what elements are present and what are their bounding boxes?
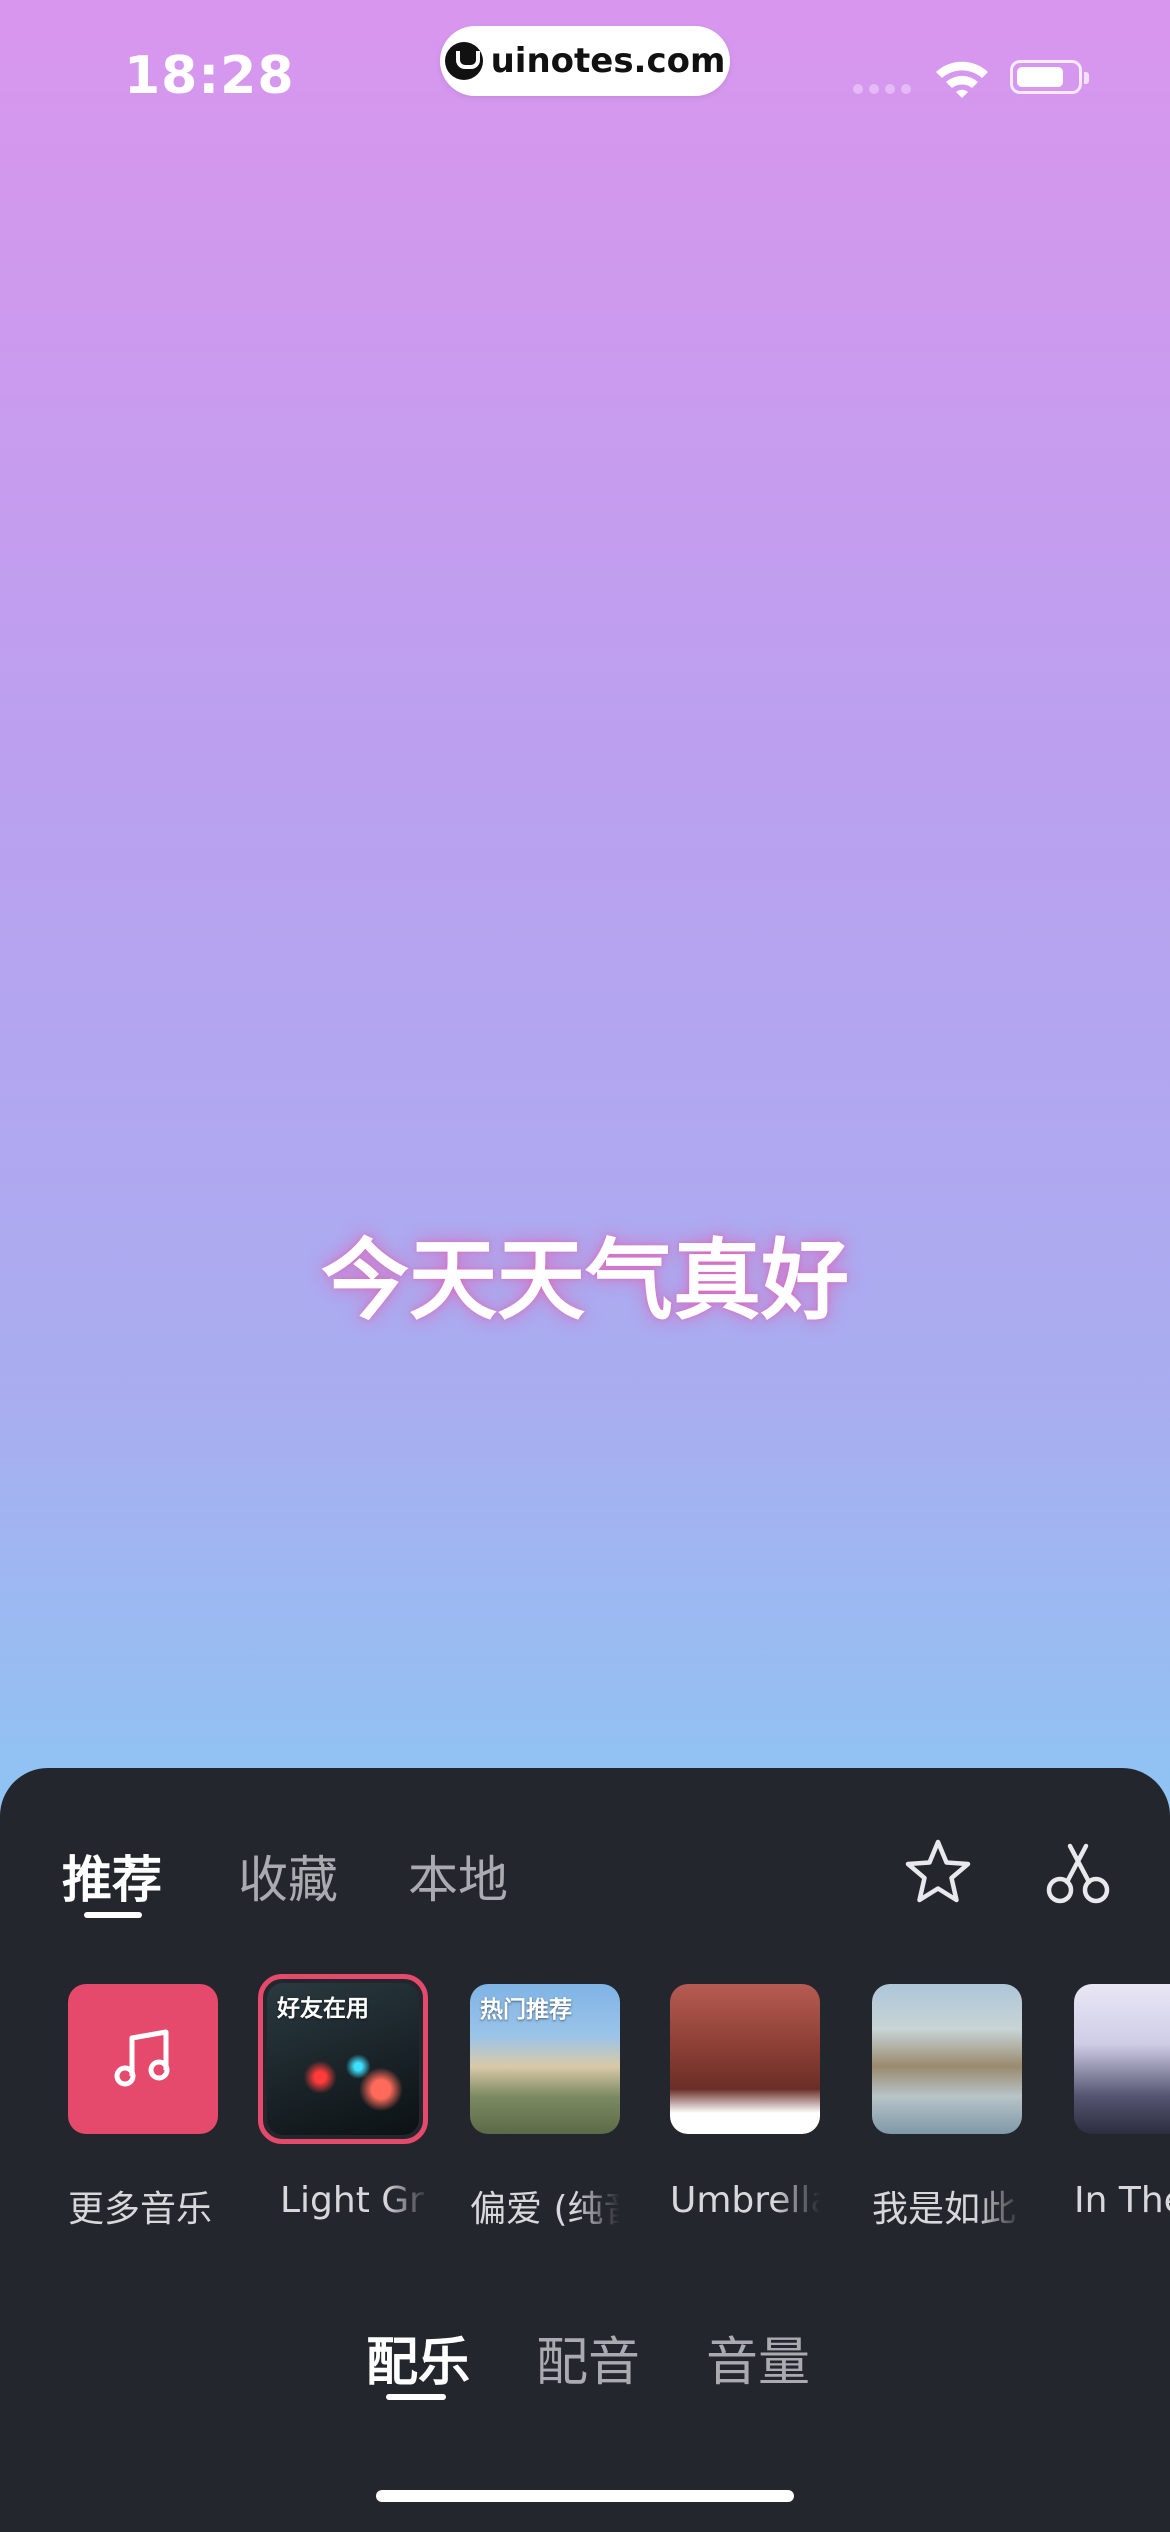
tile-label-umbrella: Umbrella: [670, 2180, 820, 2221]
more-music-tile[interactable]: [68, 1984, 218, 2134]
tab-voiceover[interactable]: 配音: [536, 2320, 640, 2395]
video-caption-text[interactable]: 今天天气真好: [0, 1210, 1170, 1337]
home-indicator[interactable]: [376, 2490, 794, 2502]
tile-label-in-the: In The: [1074, 2180, 1170, 2221]
tab-active-indicator: [84, 1912, 142, 1918]
scissors-icon[interactable]: [1042, 1838, 1114, 1910]
wifi-icon: [936, 61, 988, 98]
tile-label-woshirucis: 我是如此: [872, 2189, 1017, 2230]
tab-favorites[interactable]: 收藏: [238, 1840, 338, 1912]
friends-using-badge: 好友在用: [277, 1996, 369, 2022]
tile-label-more-music: 更多音乐: [68, 2189, 213, 2230]
bottom-tab-active-indicator: [386, 2394, 446, 2400]
music-tile-in-the[interactable]: [1074, 1984, 1170, 2134]
music-panel: [0, 1768, 1170, 2532]
tab-recommended[interactable]: 推荐: [62, 1840, 162, 1912]
battery-icon: [1010, 60, 1089, 94]
uinotes-logo-icon: [444, 42, 483, 80]
music-tile-pianai[interactable]: 热门推荐: [470, 1984, 620, 2134]
music-note-icon: [114, 2029, 170, 2087]
tab-volume[interactable]: 音量: [706, 2320, 810, 2395]
music-tile-woshirucis[interactable]: [872, 1984, 1022, 2134]
status-time: 18:28: [124, 46, 295, 106]
tile-label-pianai: 偏爱 (纯音: [470, 2189, 620, 2230]
cellular-signal-icon: [853, 84, 911, 94]
tab-local[interactable]: 本地: [408, 1840, 508, 1912]
status-bar: 18:28 uinotes.com: [0, 0, 1170, 150]
hot-recommend-badge: 热门推荐: [480, 1997, 572, 2023]
watermark-badge: uinotes.com: [440, 26, 730, 96]
music-tile-umbrella[interactable]: [670, 1984, 820, 2134]
tab-soundtrack[interactable]: 配乐: [366, 2320, 470, 2395]
watermark-text: uinotes.com: [490, 41, 726, 81]
music-tile-light-gr[interactable]: 好友在用: [258, 1974, 428, 2144]
star-icon[interactable]: [902, 1836, 974, 1908]
album-cover: 好友在用: [267, 1983, 419, 2135]
tile-label-light-gr: Light Gr: [280, 2180, 424, 2221]
